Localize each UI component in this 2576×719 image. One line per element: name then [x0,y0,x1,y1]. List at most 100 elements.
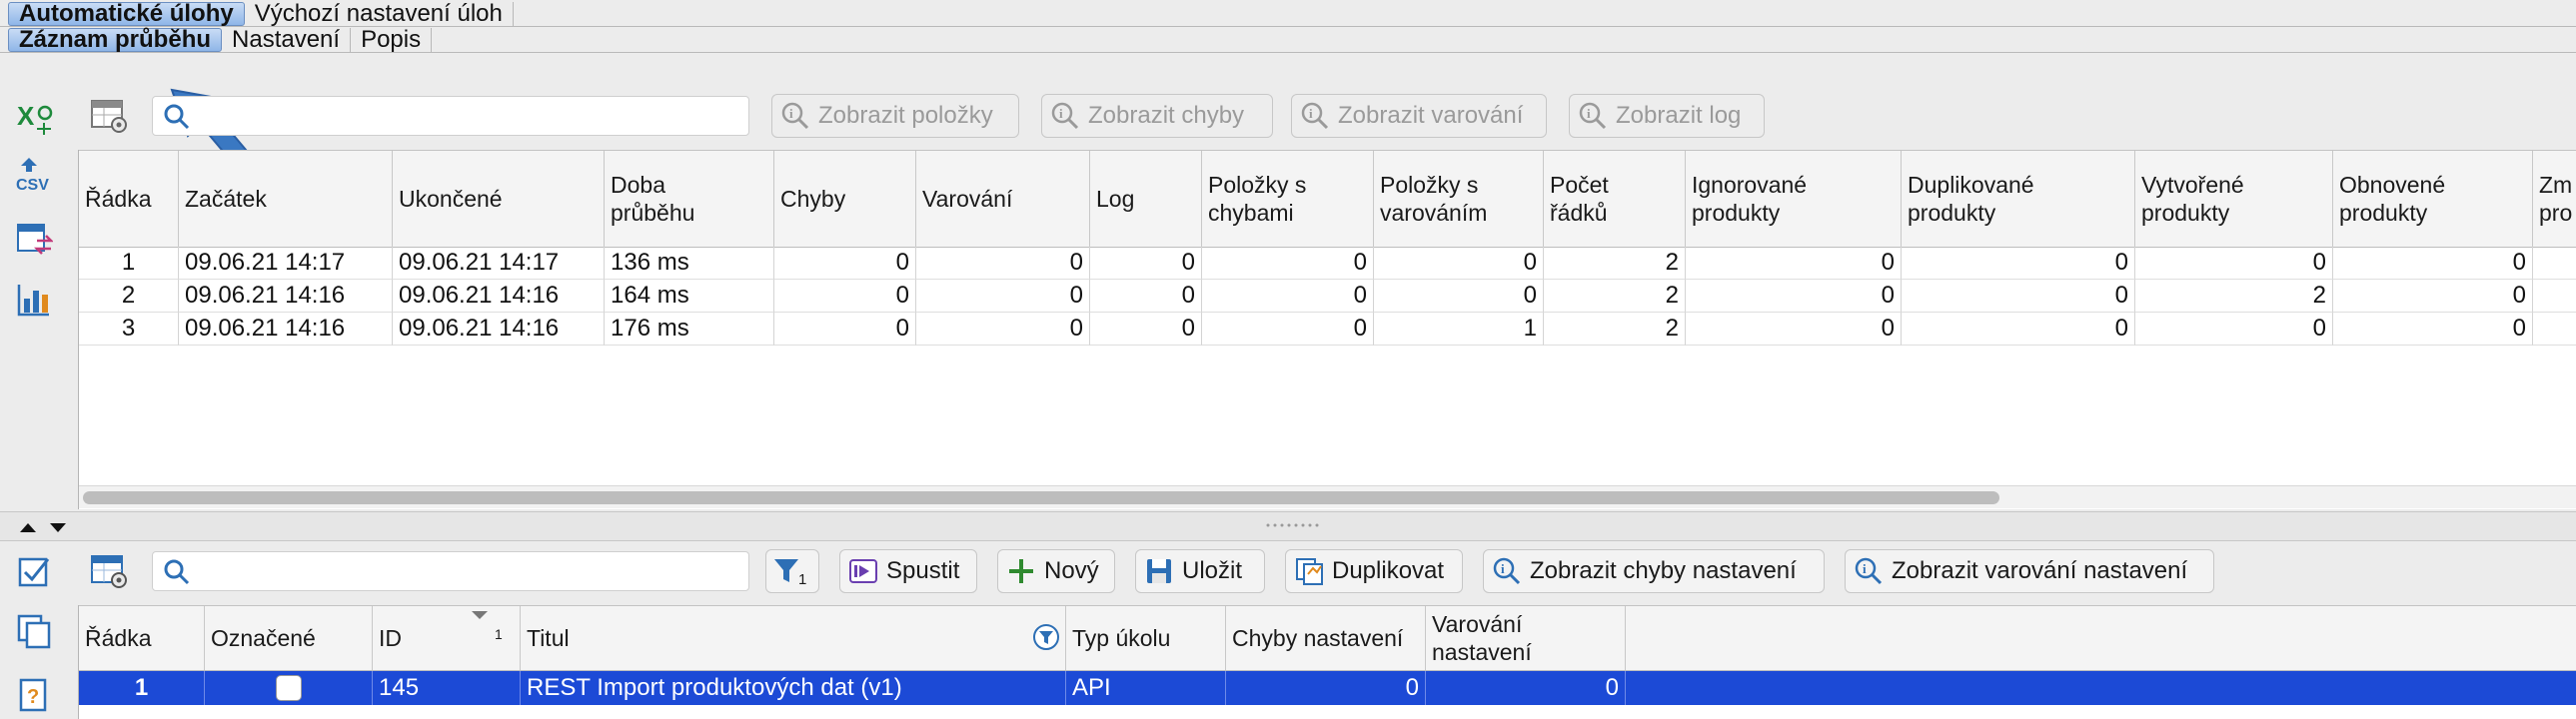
info-magnifier-icon: i [780,101,810,131]
upper-search-field[interactable] [152,96,749,136]
col-created-products[interactable]: Vytvořené produkty [2135,151,2333,247]
tab-description[interactable]: Popis [351,26,433,53]
split-divider[interactable] [0,511,2576,541]
cell-log: 0 [1090,313,1202,346]
show-settings-warnings-button[interactable]: i Zobrazit varování nastavení [1845,549,2214,593]
cell-duplicated: 0 [1902,280,2135,313]
cell-changed [2533,313,2576,346]
table-row[interactable]: 1 09.06.21 14:17 09.06.21 14:17 136 ms 0… [79,247,2576,280]
save-icon [1144,556,1174,586]
cell-row-count: 2 [1544,247,1686,280]
cell-items-errors: 0 [1202,247,1374,280]
tab-default-task-settings[interactable]: Výchozí nastavení úloh [244,0,514,27]
cell-created: 0 [2135,247,2333,280]
cell-row: 1 [79,671,205,705]
horizontal-scrollbar[interactable] [79,485,2576,508]
cell-start: 09.06.21 14:17 [179,247,393,280]
cell-created: 2 [2135,280,2333,313]
col-duration[interactable]: Doba průběhu [605,151,774,247]
col-row-count[interactable]: Počet řádků [1544,151,1686,247]
col-ignored-products[interactable]: Ignorované produkty [1686,151,1902,247]
table-transfer-icon[interactable] [14,220,54,260]
col-title[interactable]: Titul [521,606,1066,670]
export-csv-icon[interactable]: CSV [14,154,54,194]
col-items-errors[interactable]: Položky s chybami [1202,151,1374,247]
col-log[interactable]: Log [1090,151,1202,247]
col-changed-products[interactable]: Zm pro [2533,151,2576,247]
tab-automatic-tasks[interactable]: Automatické úlohy [8,0,245,27]
save-button[interactable]: Uložit [1135,549,1265,593]
cell-duration: 176 ms [605,313,774,346]
table-row[interactable]: 2 09.06.21 14:16 09.06.21 14:16 164 ms 0… [79,280,2576,313]
show-log-button[interactable]: i Zobrazit log [1569,94,1765,138]
duplicate-button[interactable]: Duplikovat [1285,549,1463,593]
scrollbar-thumb[interactable] [83,491,1999,504]
col-errors[interactable]: Chyby [774,151,916,247]
show-settings-errors-button[interactable]: i Zobrazit chyby nastavení [1483,549,1825,593]
export-excel-icon[interactable]: X [14,96,54,136]
filter-button[interactable]: 1 [765,549,819,593]
col-renewed-products[interactable]: Obnovené produkty [2333,151,2533,247]
col-items-warnings[interactable]: Položky s varováním [1374,151,1544,247]
svg-text:i: i [789,106,793,121]
tab-run-log[interactable]: Záznam průběhu [8,26,223,53]
upper-search-input[interactable] [153,97,748,135]
svg-text:?: ? [27,686,39,708]
cell-task-type: API [1066,671,1226,705]
table-row[interactable]: 1 145 REST Import produktových dat (v1) … [79,671,2576,705]
col-id[interactable]: ID 1 [373,606,521,670]
cell-id: 145 [373,671,521,705]
lower-search-input[interactable] [153,552,748,590]
show-items-button[interactable]: i Zobrazit položky [771,94,1019,138]
tab-settings[interactable]: Nastavení [222,26,352,53]
search-icon [164,104,190,130]
cell-ignored: 0 [1686,313,1902,346]
info-magnifier-icon: i [1578,101,1608,131]
new-button[interactable]: Nový [997,549,1115,593]
run-button[interactable]: Spustit [839,549,977,593]
select-checkbox-icon[interactable] [14,551,54,591]
svg-text:CSV: CSV [16,177,49,194]
cell-duplicated: 0 [1902,247,2135,280]
collapse-arrows-icon[interactable] [18,520,72,534]
table-settings-icon[interactable] [88,551,128,591]
cell-changed [2533,247,2576,280]
show-errors-button[interactable]: i Zobrazit chyby [1041,94,1273,138]
tasks-table: Řádka Označené ID 1 Titul Typ úkolu Chyb… [78,605,2576,719]
col-duplicated-products[interactable]: Duplikované produkty [1902,151,2135,247]
drag-handle-icon[interactable] [1265,522,1319,528]
copy-icon[interactable] [14,611,54,651]
col-end[interactable]: Ukončené [393,151,605,247]
column-filter-icon[interactable] [1032,623,1060,651]
sort-desc-icon [472,611,488,619]
cell-renewed: 0 [2333,247,2533,280]
help-document-icon[interactable]: ? [14,675,54,715]
cell-items-errors: 0 [1202,280,1374,313]
col-row[interactable]: Řádka [79,151,179,247]
col-row[interactable]: Řádka [79,606,205,670]
col-task-type[interactable]: Typ úkolu [1066,606,1226,670]
col-marked[interactable]: Označené [205,606,373,670]
marked-checkbox[interactable] [275,675,302,701]
cell-log: 0 [1090,247,1202,280]
col-settings-errors[interactable]: Chyby nastavení [1226,606,1426,670]
cell-start: 09.06.21 14:16 [179,313,393,346]
table-settings-icon[interactable] [88,96,128,136]
filter-count: 1 [798,570,807,588]
chart-icon[interactable] [14,280,54,320]
cell-warnings: 0 [916,280,1090,313]
info-magnifier-icon: i [1300,101,1330,131]
info-magnifier-icon: i [1050,101,1080,131]
lower-search-field[interactable] [152,551,749,591]
top-tab-bar: Automatické úlohy Výchozí nastavení úloh [0,0,514,27]
cell-marked [205,671,373,705]
table-row[interactable]: 3 09.06.21 14:16 09.06.21 14:16 176 ms 0… [79,313,2576,346]
col-warnings[interactable]: Varování [916,151,1090,247]
col-settings-warnings[interactable]: Varování nastavení [1426,606,1626,670]
run-icon [848,556,878,586]
show-warnings-label: Zobrazit varování [1338,102,1524,129]
sort-index: 1 [495,626,503,642]
col-start[interactable]: Začátek [179,151,393,247]
show-warnings-button[interactable]: i Zobrazit varování [1291,94,1547,138]
svg-text:i: i [1587,106,1591,121]
